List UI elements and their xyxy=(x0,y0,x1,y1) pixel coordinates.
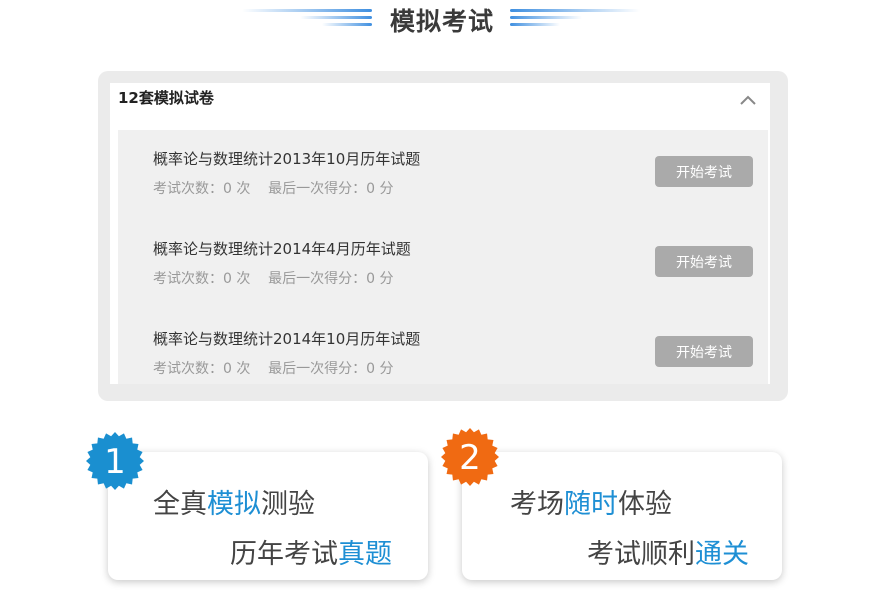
page-title: 模拟考试 xyxy=(389,7,494,36)
feature-2-line-2: 考试顺利通关 xyxy=(587,532,749,571)
feature-1-line-2: 历年考试真题 xyxy=(230,532,392,571)
feature-1-line-1-a: 全真 xyxy=(153,489,207,520)
feature-1-line-1-highlight: 模拟 xyxy=(207,489,261,520)
badge-2-number: 2 xyxy=(459,438,481,478)
exam-panel-inner: 12套模拟试卷 概率论与数理统计2013年10月历年试题 考试次数：0 次 最后… xyxy=(110,83,770,384)
feature-2-line-1-highlight: 随时 xyxy=(564,489,618,520)
chevron-up-icon[interactable] xyxy=(740,95,756,105)
feature-1-line-2-a: 历年考试 xyxy=(230,539,338,570)
badge-1-icon: 1 xyxy=(86,432,144,490)
exam-item: 概率论与数理统计2014年4月历年试题 考试次数：0 次 最后一次得分：0 分 … xyxy=(118,220,768,310)
feature-1-line-2-highlight: 真题 xyxy=(338,539,392,570)
panel-title: 12套模拟试卷 xyxy=(118,89,214,107)
start-exam-button[interactable]: 开始考试 xyxy=(655,246,753,277)
badge-1-number: 1 xyxy=(104,442,126,482)
exam-panel: 12套模拟试卷 概率论与数理统计2013年10月历年试题 考试次数：0 次 最后… xyxy=(98,71,788,401)
exam-item-title: 概率论与数理统计2013年10月历年试题 xyxy=(153,150,421,168)
feature-1-line-1-c: 测验 xyxy=(261,489,315,520)
exam-item-title: 概率论与数理统计2014年4月历年试题 xyxy=(153,240,411,258)
exam-item-title: 概率论与数理统计2014年10月历年试题 xyxy=(153,330,421,348)
badge-2-icon: 2 xyxy=(441,428,499,486)
exam-item: 概率论与数理统计2013年10月历年试题 考试次数：0 次 最后一次得分：0 分… xyxy=(118,130,768,220)
feature-card-2: 考场随时体验 考试顺利通关 xyxy=(462,452,782,580)
exam-item-meta: 考试次数：0 次 最后一次得分：0 分 xyxy=(153,181,394,197)
feature-card-1: 全真模拟测验 历年考试真题 xyxy=(108,452,428,580)
feature-2-line-1-c: 体验 xyxy=(618,489,672,520)
exam-item-meta: 考试次数：0 次 最后一次得分：0 分 xyxy=(153,271,394,287)
start-exam-button[interactable]: 开始考试 xyxy=(655,336,753,367)
start-exam-button[interactable]: 开始考试 xyxy=(655,156,753,187)
exam-item: 概率论与数理统计2014年10月历年试题 考试次数：0 次 最后一次得分：0 分… xyxy=(118,310,768,384)
exam-list: 概率论与数理统计2013年10月历年试题 考试次数：0 次 最后一次得分：0 分… xyxy=(118,130,768,384)
feature-2-line-2-highlight: 通关 xyxy=(695,539,749,570)
exam-item-meta: 考试次数：0 次 最后一次得分：0 分 xyxy=(153,361,394,377)
feature-2-line-1-a: 考场 xyxy=(510,489,564,520)
section-header: 模拟考试 xyxy=(0,0,884,40)
feature-2-line-2-a: 考试顺利 xyxy=(587,539,695,570)
feature-1-line-1: 全真模拟测验 xyxy=(153,482,315,521)
feature-2-line-1: 考场随时体验 xyxy=(510,482,672,521)
